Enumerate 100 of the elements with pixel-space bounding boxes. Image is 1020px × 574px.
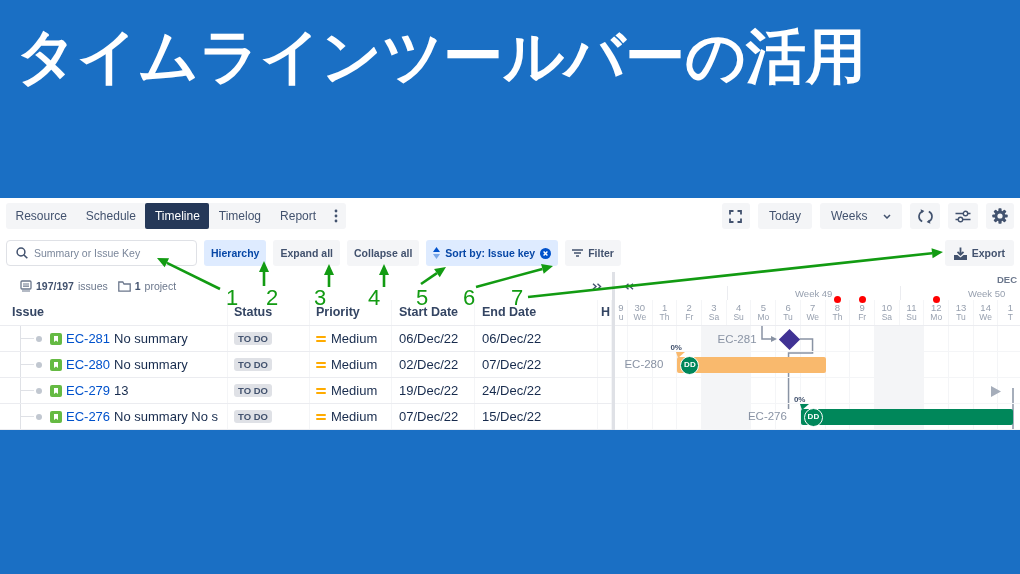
view-tab[interactable]: Timeline (145, 203, 210, 229)
toggle-button[interactable]: Hierarchy (204, 240, 267, 266)
column-header: End Date (482, 306, 537, 319)
column-header: H (601, 306, 611, 319)
view-tab[interactable]: Schedule (76, 203, 146, 229)
month-label: DEC (996, 274, 1017, 285)
callout-arrow (379, 264, 389, 287)
day-number: 8 (834, 303, 841, 313)
settings-button[interactable] (986, 203, 1014, 229)
status-lozenge: TO DO (234, 384, 272, 397)
filter-button[interactable]: Filter (565, 240, 621, 266)
weekday-label: Th (832, 313, 843, 322)
weekday-label: Fr (685, 313, 694, 322)
end-date: 07/Dec/22 (482, 357, 542, 372)
day-number: 14 (980, 303, 991, 313)
board-icon (20, 280, 32, 292)
priority-text: Medium (331, 331, 378, 346)
refresh-button[interactable] (910, 203, 940, 229)
column-header: Priority (316, 306, 360, 319)
callout-number: 4 (368, 289, 381, 306)
issue-summary: No summary No s (114, 409, 219, 424)
double-chevron-left-icon[interactable] (624, 283, 634, 290)
story-icon (50, 358, 62, 371)
sort-icon (433, 247, 441, 259)
column-header: Status (234, 306, 273, 319)
day-number: 12 (930, 303, 942, 313)
status-lozenge: TO DO (234, 358, 272, 371)
double-chevron-right-icon[interactable] (592, 282, 602, 290)
weekday-label: Fr (858, 313, 867, 322)
toolbar-button[interactable]: Expand all (273, 240, 340, 266)
issue-count: 197/197 (36, 280, 74, 292)
view-settings-button[interactable] (948, 203, 978, 229)
weekday-label: Sa (881, 313, 893, 322)
end-date: 24/Dec/22 (482, 383, 542, 398)
issue-count-label: issues (77, 280, 108, 292)
priority-text: Medium (331, 409, 378, 424)
dependency-arrow (760, 326, 777, 343)
issue-key-link[interactable]: EC-279 (66, 383, 111, 398)
download-icon (953, 246, 967, 260)
view-tab[interactable]: Report (270, 203, 326, 229)
view-tab[interactable]: Resource (6, 203, 77, 229)
callout-number: 5 (416, 289, 429, 306)
weekday-label: Tu (956, 313, 966, 322)
weekday-label: Mo (757, 313, 770, 322)
weekday-label: Mo (930, 313, 943, 322)
day-number: 7 (810, 303, 816, 313)
settings-icon (992, 208, 1008, 224)
node-dot-icon (36, 387, 42, 394)
priority-medium-icon (316, 387, 326, 394)
weekday-label: We (979, 313, 992, 322)
priority-medium-icon (316, 413, 326, 420)
fullscreen-button[interactable] (721, 203, 750, 229)
node-dot-icon (36, 361, 42, 368)
assignee-avatar: DD (803, 407, 823, 427)
weekday-label: Th (659, 313, 670, 322)
callout-number: 3 (314, 289, 327, 306)
day-number: 10 (881, 303, 893, 313)
weekday-label: We (633, 313, 647, 322)
node-dot-icon (36, 413, 42, 420)
search-icon (16, 247, 28, 259)
day-marker-dot-icon (858, 296, 866, 303)
callout-number: 1 (226, 289, 239, 306)
scale-select[interactable]: Weeks (820, 203, 902, 229)
tree-connector (20, 404, 34, 429)
issue-key-link[interactable]: EC-276 (66, 409, 111, 424)
week-label: Week 49 (795, 287, 833, 299)
issue-key-link[interactable]: EC-280 (66, 357, 111, 372)
day-number: 4 (736, 303, 742, 313)
issue-key-link[interactable]: EC-281 (66, 331, 111, 346)
weekday-label: Su (906, 313, 917, 322)
more-icon (333, 209, 338, 223)
day-number: 2 (686, 303, 692, 313)
day-marker-dot-icon (932, 296, 940, 303)
progress-label: 0% (670, 344, 682, 352)
today-button[interactable]: Today (757, 203, 812, 229)
chevron-down-icon (883, 213, 891, 219)
sort-button[interactable]: Sort by: Issue key (426, 240, 559, 266)
day-marker-dot-icon (833, 296, 841, 303)
status-lozenge: TO DO (234, 410, 272, 423)
callout-arrow (259, 261, 269, 286)
story-icon (50, 332, 62, 345)
day-number: 9 (618, 303, 624, 313)
folder-icon (117, 280, 131, 292)
start-date: 19/Dec/22 (399, 383, 459, 398)
view-tab[interactable]: Timelog (209, 203, 271, 229)
week-label: Week 50 (967, 287, 1006, 299)
issue-summary: No summary (114, 357, 188, 372)
issue-summary: 13 (114, 383, 129, 398)
export-button[interactable]: Export (944, 240, 1014, 266)
search-field[interactable]: Summary or Issue Key (6, 240, 197, 266)
priority-text: Medium (331, 383, 378, 398)
toolbar-button[interactable]: Collapse all (346, 240, 420, 266)
day-number: 11 (906, 303, 917, 313)
refresh-icon (917, 208, 933, 224)
tree-connector (20, 378, 34, 403)
issue-summary: No summary (114, 331, 188, 346)
clear-icon[interactable] (540, 247, 552, 259)
tree-connector (20, 352, 34, 377)
day-number: 30 (634, 303, 646, 313)
day-number: 3 (711, 303, 717, 313)
